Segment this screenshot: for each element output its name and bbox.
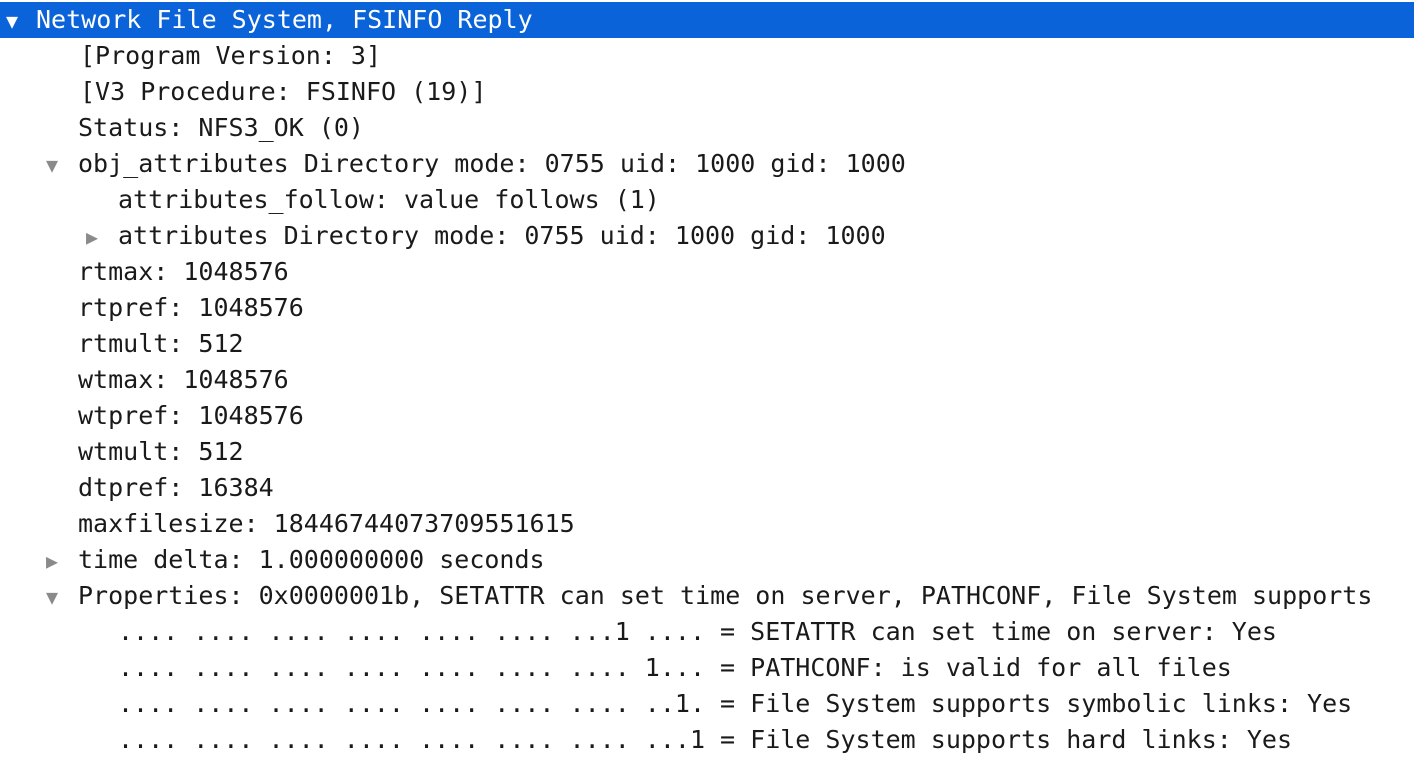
tree-row-wtpref[interactable]: wtpref: 1048576: [0, 398, 1414, 434]
tree-row-wtmult[interactable]: wtmult: 512: [0, 434, 1414, 470]
tree-row-attributes-follow[interactable]: attributes_follow: value follows (1): [0, 182, 1414, 218]
collapse-triangle-icon[interactable]: ▼: [40, 147, 64, 182]
tree-row-obj-attributes[interactable]: ▼ obj_attributes Directory mode: 0755 uid…: [0, 146, 1414, 182]
tree-row-label: attributes_follow: value follows (1): [118, 185, 660, 214]
expand-triangle-icon[interactable]: ▶: [40, 543, 64, 578]
tree-row-label: rtpref: 1048576: [78, 293, 304, 322]
tree-row-property-bit[interactable]: .... .... .... .... .... .... .... 1... …: [0, 650, 1414, 686]
tree-row-label: wtmult: 512: [78, 437, 244, 466]
tree-row-rtmult[interactable]: rtmult: 512: [0, 326, 1414, 362]
tree-row-label: time delta: 1.000000000 seconds: [78, 545, 545, 574]
tree-row-attributes[interactable]: ▶ attributes Directory mode: 0755 uid: 10…: [0, 218, 1414, 254]
tree-row-label: .... .... .... .... .... .... ...1 .... …: [118, 617, 1277, 646]
tree-row-label: rtmult: 512: [78, 329, 244, 358]
tree-row-property-bit[interactable]: .... .... .... .... .... .... .... ..1. …: [0, 686, 1414, 722]
tree-row-rtpref[interactable]: rtpref: 1048576: [0, 290, 1414, 326]
tree-row-label: [Program Version: 3]: [80, 41, 382, 70]
tree-row-time-delta[interactable]: ▶ time delta: 1.000000000 seconds: [0, 542, 1414, 578]
tree-row-label: attributes Directory mode: 0755 uid: 100…: [118, 221, 886, 250]
tree-row-v3-procedure[interactable]: [V3 Procedure: FSINFO (19)]: [0, 74, 1414, 110]
tree-row-properties[interactable]: ▼ Properties: 0x0000001b, SETATTR can set…: [0, 578, 1414, 614]
packet-details-tree: ▼ Network File System, FSINFO Reply [Prog…: [0, 2, 1414, 758]
tree-row-label: Status: NFS3_OK (0): [78, 113, 364, 142]
tree-row-property-bit[interactable]: .... .... .... .... .... .... .... ...1 …: [0, 722, 1414, 758]
tree-row-status[interactable]: Status: NFS3_OK (0): [0, 110, 1414, 146]
tree-row-label: .... .... .... .... .... .... .... 1... …: [118, 653, 1232, 682]
tree-row-label: maxfilesize: 18446744073709551615: [78, 509, 575, 538]
tree-row-label: wtpref: 1048576: [78, 401, 304, 430]
tree-row-label: dtpref: 16384: [78, 473, 274, 502]
tree-row-label: obj_attributes Directory mode: 0755 uid:…: [78, 149, 906, 178]
tree-row-wtmax[interactable]: wtmax: 1048576: [0, 362, 1414, 398]
tree-row-program-version[interactable]: [Program Version: 3]: [0, 38, 1414, 74]
tree-row-label: wtmax: 1048576: [78, 365, 289, 394]
tree-row-label: .... .... .... .... .... .... .... ...1 …: [118, 725, 1292, 754]
expand-triangle-icon[interactable]: ▶: [80, 219, 104, 254]
tree-row-label: Network File System, FSINFO Reply: [36, 5, 533, 34]
collapse-triangle-icon[interactable]: ▼: [40, 579, 64, 614]
tree-row-rtmax[interactable]: rtmax: 1048576: [0, 254, 1414, 290]
collapse-triangle-icon[interactable]: ▼: [0, 3, 24, 38]
tree-row-label: [V3 Procedure: FSINFO (19)]: [80, 77, 487, 106]
tree-row-label: .... .... .... .... .... .... .... ..1. …: [118, 689, 1353, 718]
tree-row-nfs-root[interactable]: ▼ Network File System, FSINFO Reply: [0, 2, 1414, 38]
tree-row-dtpref[interactable]: dtpref: 16384: [0, 470, 1414, 506]
tree-row-maxfilesize[interactable]: maxfilesize: 18446744073709551615: [0, 506, 1414, 542]
tree-row-property-bit[interactable]: .... .... .... .... .... .... ...1 .... …: [0, 614, 1414, 650]
tree-row-label: rtmax: 1048576: [78, 257, 289, 286]
tree-row-label: Properties: 0x0000001b, SETATTR can set …: [78, 581, 1373, 610]
